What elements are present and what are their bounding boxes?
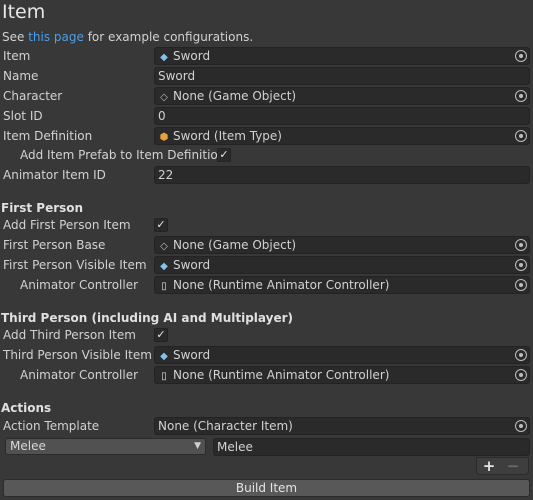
- object-picker-icon[interactable]: [515, 239, 527, 251]
- item-definition-value: Sword (Item Type): [173, 129, 282, 143]
- item-type-icon: ⬢: [159, 132, 169, 143]
- item-definition-field[interactable]: ⬢ Sword (Item Type): [154, 127, 530, 145]
- help-prefix: See: [2, 30, 29, 44]
- first-person-animator-value: None (Runtime Animator Controller): [173, 278, 390, 292]
- first-person-base-label: First Person Base: [3, 238, 106, 252]
- character-field[interactable]: ◇ None (Game Object): [154, 87, 530, 105]
- add-first-person-checkbox[interactable]: ✓: [154, 218, 168, 232]
- first-person-base-value: None (Game Object): [173, 238, 297, 252]
- character-label: Character: [3, 89, 63, 103]
- action-type-value: Melee: [10, 439, 46, 453]
- object-picker-icon[interactable]: [515, 349, 527, 361]
- item-cube-icon: ◆: [160, 261, 168, 272]
- first-person-heading: First Person: [1, 201, 84, 215]
- third-person-visible-value: Sword: [173, 348, 211, 362]
- item-field[interactable]: ◆ Sword: [154, 47, 530, 65]
- animator-item-id-input[interactable]: 22: [154, 166, 530, 184]
- first-person-visible-label: First Person Visible Item: [3, 258, 147, 272]
- object-picker-icon[interactable]: [515, 259, 527, 271]
- item-label: Item: [3, 49, 31, 63]
- object-picker-icon[interactable]: [515, 420, 527, 432]
- object-picker-icon[interactable]: [515, 50, 527, 62]
- action-template-label: Action Template: [3, 419, 100, 433]
- add-action-button[interactable]: +: [478, 458, 500, 474]
- third-person-heading: Third Person (including AI and Multiplay…: [1, 311, 293, 325]
- animator-item-id-label: Animator Item ID: [3, 168, 106, 182]
- document-icon: ▯: [161, 371, 167, 382]
- animator-item-id-value: 22: [158, 168, 174, 182]
- first-person-animator-label: Animator Controller: [20, 278, 139, 292]
- game-object-icon: ◇: [160, 92, 168, 103]
- third-person-animator-field[interactable]: ▯ None (Runtime Animator Controller): [154, 366, 530, 384]
- add-third-person-checkbox[interactable]: ✓: [154, 328, 168, 342]
- action-template-value: None (Character Item): [158, 419, 293, 433]
- build-item-button[interactable]: Build Item: [3, 479, 530, 497]
- third-person-animator-value: None (Runtime Animator Controller): [173, 368, 390, 382]
- first-person-base-field[interactable]: ◇ None (Game Object): [154, 236, 530, 254]
- action-type-dropdown[interactable]: Melee ▼: [5, 438, 206, 455]
- document-icon: ▯: [161, 281, 167, 292]
- character-field-value: None (Game Object): [173, 89, 297, 103]
- help-link[interactable]: this page: [28, 30, 84, 44]
- chevron-down-icon: ▼: [194, 441, 201, 451]
- add-third-person-label: Add Third Person Item: [3, 328, 136, 342]
- remove-action-button[interactable]: −: [502, 458, 524, 474]
- action-template-field[interactable]: None (Character Item): [154, 417, 530, 435]
- item-field-value: Sword: [173, 49, 211, 63]
- item-cube-icon: ◆: [160, 52, 168, 63]
- name-label: Name: [3, 69, 39, 83]
- object-picker-icon[interactable]: [515, 369, 527, 381]
- first-person-visible-value: Sword: [173, 258, 211, 272]
- slot-id-value: 0: [158, 109, 166, 123]
- first-person-animator-field[interactable]: ▯ None (Runtime Animator Controller): [154, 276, 530, 294]
- help-suffix: for example configurations.: [83, 30, 254, 44]
- name-input-value: Sword: [158, 69, 196, 83]
- object-picker-icon[interactable]: [515, 130, 527, 142]
- third-person-animator-label: Animator Controller: [20, 368, 139, 382]
- action-name-value: Melee: [217, 440, 253, 454]
- item-definition-label: Item Definition: [3, 129, 93, 143]
- add-first-person-label: Add First Person Item: [3, 218, 131, 232]
- third-person-visible-field[interactable]: ◆ Sword: [154, 346, 530, 364]
- help-text: See this page for example configurations…: [2, 29, 253, 45]
- first-person-visible-field[interactable]: ◆ Sword: [154, 256, 530, 274]
- add-prefab-checkbox[interactable]: ✓: [217, 148, 231, 162]
- page-title: Item: [2, 1, 46, 23]
- game-object-icon: ◇: [160, 241, 168, 252]
- name-input[interactable]: Sword: [154, 67, 530, 85]
- item-cube-icon: ◆: [160, 351, 168, 362]
- add-prefab-label: Add Item Prefab to Item Definition: [20, 148, 226, 162]
- actions-heading: Actions: [1, 401, 52, 415]
- slot-id-label: Slot ID: [3, 109, 43, 123]
- action-name-input[interactable]: Melee: [213, 438, 530, 456]
- object-picker-icon[interactable]: [515, 279, 527, 291]
- third-person-visible-label: Third Person Visible Item: [3, 348, 152, 362]
- object-picker-icon[interactable]: [515, 90, 527, 102]
- slot-id-input[interactable]: 0: [154, 107, 530, 125]
